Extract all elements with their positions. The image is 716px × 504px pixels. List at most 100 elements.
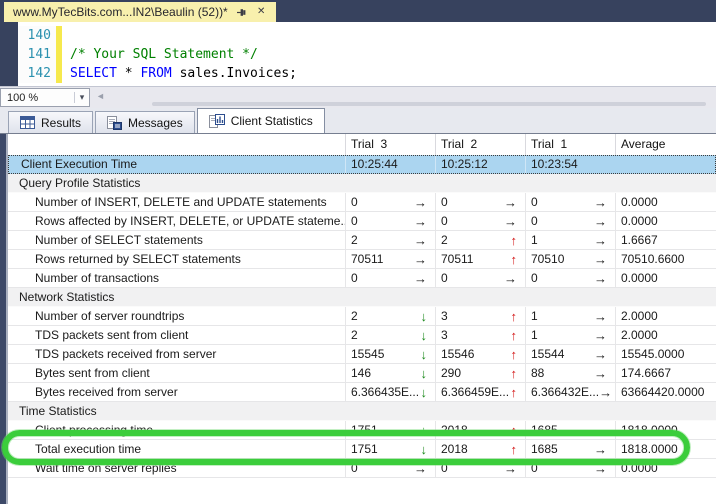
average-cell: 70510.6600 bbox=[615, 250, 716, 268]
table-row[interactable]: Bytes received from server 6.366435E... ↓ 6… bbox=[8, 383, 716, 402]
cell-value: 0 bbox=[441, 461, 448, 475]
section-row[interactable]: Time Statistics bbox=[8, 402, 716, 421]
average-cell: 1818.0000 bbox=[615, 421, 716, 439]
cell-value: 1 bbox=[531, 233, 538, 247]
code-token: FROM bbox=[140, 66, 172, 81]
section-row[interactable]: Query Profile Statistics bbox=[8, 174, 716, 193]
trend-up-icon: ↑ bbox=[510, 442, 518, 457]
code-line[interactable]: 141 /* Your SQL Statement */ bbox=[18, 45, 716, 64]
value-cell: 6.366459E... ↑ bbox=[435, 383, 525, 401]
value-cell: 2018 ↑ bbox=[435, 421, 525, 439]
table-row[interactable]: TDS packets sent from client 2 ↓ 3 ↑ 1 → 2.0000 bbox=[8, 326, 716, 345]
value-cell: 3 ↑ bbox=[435, 326, 525, 344]
table-row[interactable]: TDS packets received from server 15545 ↓ 15… bbox=[8, 345, 716, 364]
editor-lines[interactable]: 140 141 /* Your SQL Statement */ 142 SELECT … bbox=[18, 22, 716, 86]
trend-right-icon: → bbox=[594, 195, 607, 210]
cell-value: 146 bbox=[351, 366, 372, 380]
trend-right-icon: → bbox=[504, 271, 517, 286]
horizontal-scrollbar[interactable]: ◄ bbox=[92, 87, 716, 108]
value-cell: 0 → bbox=[345, 459, 435, 477]
scrollbar-thumb[interactable] bbox=[152, 102, 706, 106]
trend-right-icon: → bbox=[504, 195, 517, 210]
trend-right-icon: → bbox=[414, 252, 427, 267]
sql-editor[interactable]: 140 141 /* Your SQL Statement */ 142 SELECT … bbox=[0, 22, 716, 86]
table-row[interactable]: Total execution time 1751 ↓ 2018 ↑ 1685 → 1818.… bbox=[8, 440, 716, 459]
selected-row[interactable]: Client Execution Time 10:25:44 10:25:12 10:… bbox=[8, 155, 716, 174]
trend-right-icon: → bbox=[504, 461, 517, 476]
trend-right-icon: → bbox=[594, 328, 607, 343]
section-label: Network Statistics bbox=[19, 290, 115, 304]
cell-value: 0 bbox=[531, 214, 538, 228]
table-row[interactable]: Rows affected by INSERT, DELETE, or UPDA… bbox=[8, 212, 716, 231]
cell-value: 0 bbox=[441, 271, 448, 285]
document-tab[interactable]: www.MyTecBits.com...IN2\Beaulin (52))* ✕ bbox=[4, 2, 276, 22]
average-cell: 15545.0000 bbox=[615, 345, 716, 363]
cell-value: 2 bbox=[351, 233, 358, 247]
value-cell: 0 → bbox=[435, 269, 525, 287]
code-line[interactable]: 140 bbox=[18, 26, 716, 45]
table-row[interactable]: Bytes sent from client 146 ↓ 290 ↑ 88 → 174.666… bbox=[8, 364, 716, 383]
cell-value: 10:23:54 bbox=[531, 157, 578, 171]
row-label: Number of server roundtrips bbox=[35, 309, 185, 323]
trend-right-icon: → bbox=[414, 271, 427, 286]
tab-label: Results bbox=[41, 115, 82, 130]
change-tracking-bar bbox=[56, 64, 62, 83]
trend-up-icon: ↑ bbox=[510, 366, 518, 381]
trend-up-icon: ↑ bbox=[510, 347, 518, 362]
cell-value: 70511 bbox=[351, 252, 384, 266]
value-cell: 0 → bbox=[525, 193, 615, 211]
table-row[interactable]: Rows returned by SELECT statements 70511 →… bbox=[8, 250, 716, 269]
table-row[interactable]: Number of transactions 0 → 0 → 0 → 0.0000 bbox=[8, 269, 716, 288]
cell-value: 0 bbox=[441, 214, 448, 228]
zoom-dropdown[interactable]: 100 % ▾ bbox=[0, 88, 90, 107]
value-cell: 1685 → bbox=[525, 421, 615, 439]
cell-value: 0 bbox=[531, 195, 538, 209]
tab-client-statistics[interactable]: Client Statistics bbox=[196, 108, 325, 133]
code-token: /* Your SQL Statement */ bbox=[70, 47, 258, 62]
trend-right-icon: → bbox=[594, 347, 607, 362]
chevron-down-icon[interactable]: ▾ bbox=[74, 92, 89, 103]
code-line[interactable]: 142 SELECT * FROM sales.Invoices; bbox=[18, 64, 716, 83]
value-cell: 1751 ↓ bbox=[345, 440, 435, 458]
value-cell: 0 → bbox=[525, 269, 615, 287]
value-cell: 1685 → bbox=[525, 440, 615, 458]
trend-right-icon: → bbox=[599, 385, 613, 400]
trend-right-icon: → bbox=[594, 366, 607, 381]
panel-left-edge bbox=[0, 134, 8, 504]
value-cell: 0 → bbox=[435, 459, 525, 477]
tab-messages[interactable]: Messages bbox=[95, 111, 195, 133]
trend-right-icon: → bbox=[504, 214, 517, 229]
table-row[interactable]: Client processing time 1751 ↓ 2018 ↑ 1685 → 181… bbox=[8, 421, 716, 440]
table-row[interactable]: Number of server roundtrips 2 ↓ 3 ↑ 1 → 2.0000 bbox=[8, 307, 716, 326]
code-token: * bbox=[116, 66, 141, 81]
scroll-left-icon[interactable]: ◄ bbox=[96, 91, 105, 101]
trend-up-icon: ↑ bbox=[510, 423, 518, 438]
close-icon[interactable]: ✕ bbox=[255, 6, 268, 19]
table-row[interactable]: Wait time on server replies 0 → 0 → 0 → 0.0000 bbox=[8, 459, 716, 478]
value-cell: 0 → bbox=[435, 212, 525, 230]
tab-results[interactable]: Results bbox=[8, 111, 94, 133]
client-statistics-panel: Trial 3 Trial 2 Trial 1 Average Client Execu… bbox=[0, 133, 716, 504]
cell-value: 1685 bbox=[531, 442, 558, 456]
cell-value: 0 bbox=[441, 195, 448, 209]
cell-value: 290 bbox=[441, 366, 462, 380]
cell-value: 0 bbox=[351, 195, 358, 209]
grid-corner-cell bbox=[8, 134, 345, 155]
value-cell: 15544 → bbox=[525, 345, 615, 363]
cell-value: 6.366435E... bbox=[351, 385, 420, 399]
pin-icon[interactable] bbox=[235, 6, 248, 19]
table-row[interactable]: Number of INSERT, DELETE and UPDATE stat… bbox=[8, 193, 716, 212]
trend-right-icon: → bbox=[414, 461, 427, 476]
editor-bottom-bar: 100 % ▾ ◄ bbox=[0, 86, 716, 108]
table-row[interactable]: Number of SELECT statements 2 → 2 ↑ 1 → 1.6667 bbox=[8, 231, 716, 250]
tab-label: Messages bbox=[128, 115, 183, 130]
average-cell: 0.0000 bbox=[615, 193, 716, 211]
section-row[interactable]: Network Statistics bbox=[8, 288, 716, 307]
average-cell: 1818.0000 bbox=[615, 440, 716, 458]
code-token: SELECT bbox=[70, 66, 117, 81]
trend-right-icon: → bbox=[414, 233, 427, 248]
value-cell: 15546 ↑ bbox=[435, 345, 525, 363]
line-number: 141 bbox=[18, 45, 56, 64]
cell-value: 0 bbox=[351, 461, 358, 475]
code-text: SELECT * FROM sales.Invoices; bbox=[70, 64, 297, 83]
